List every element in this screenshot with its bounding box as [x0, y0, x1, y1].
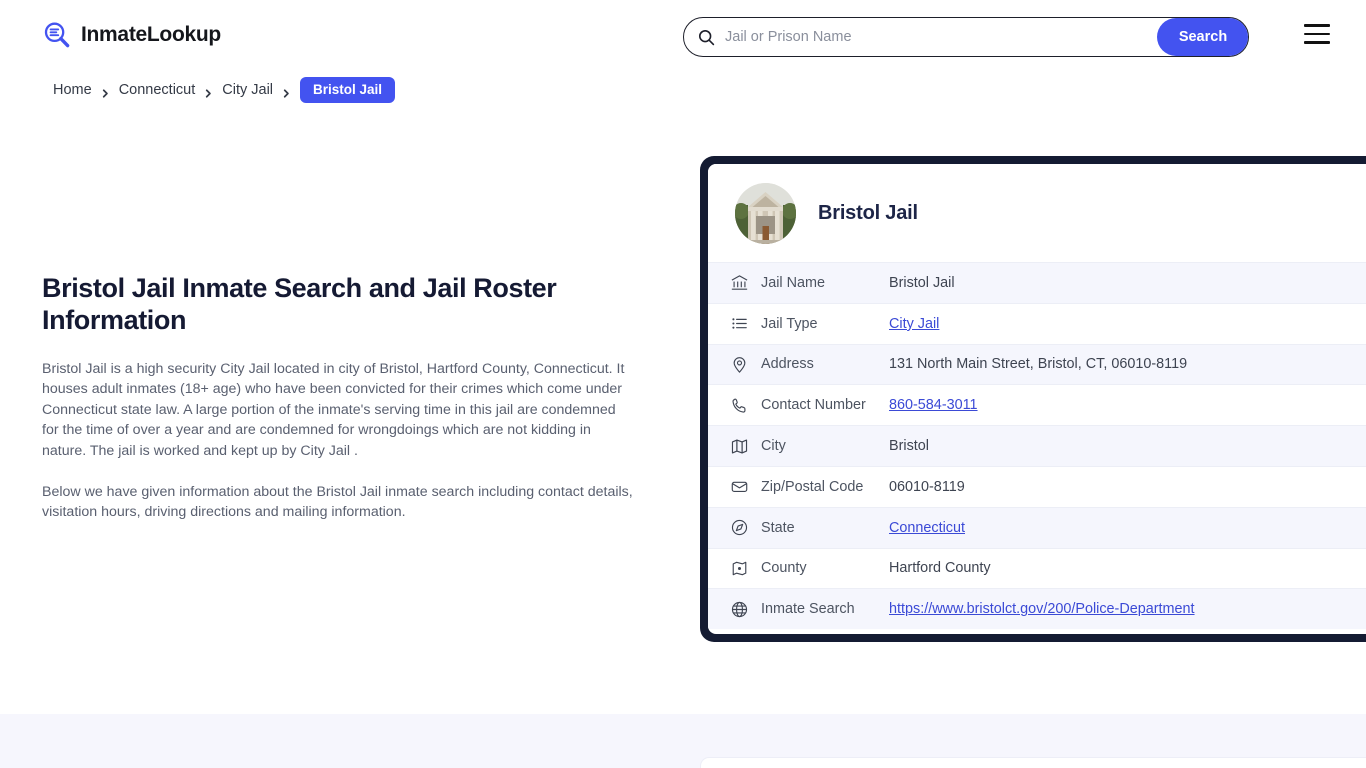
intro-paragraph: Bristol Jail is a high security City Jai… — [42, 359, 634, 461]
hamburger-menu-icon[interactable] — [1304, 24, 1330, 44]
bank-building-icon — [730, 273, 749, 292]
row-value: 06010-8119 — [889, 479, 965, 495]
brand-name: InmateLookup — [81, 23, 221, 47]
jail-info-card-header: Bristol Jail — [708, 164, 1366, 262]
main-content: Bristol Jail Inmate Search and Jail Rost… — [42, 272, 642, 523]
row-label: Address — [761, 356, 889, 372]
row-value: https://www.bristolct.gov/200/Police-Dep… — [889, 601, 1195, 617]
map-pin-icon — [730, 355, 749, 374]
row-label: Jail Type — [761, 316, 889, 332]
row-label: City — [761, 438, 889, 454]
table-row: State Connecticut — [708, 507, 1366, 548]
row-value: Hartford County — [889, 560, 991, 576]
jail-detail-table: Jail Name Bristol Jail Jail Type City Ja… — [708, 262, 1366, 629]
table-row: City Bristol — [708, 425, 1366, 466]
search-icon — [698, 29, 715, 46]
table-row: Contact Number 860-584-3011 — [708, 384, 1366, 425]
map-icon — [730, 437, 749, 456]
row-value: 131 North Main Street, Bristol, CT, 0601… — [889, 356, 1187, 372]
courthouse-building-photo — [735, 183, 796, 244]
row-label: Zip/Postal Code — [761, 479, 889, 495]
search-button[interactable]: Search — [1157, 18, 1249, 56]
state-link[interactable]: Connecticut — [889, 520, 965, 536]
table-row: Address 131 North Main Street, Bristol, … — [708, 344, 1366, 385]
site-header: InmateLookup Search — [0, 0, 1366, 74]
globe-icon — [730, 600, 749, 619]
table-row: Jail Type City Jail — [708, 303, 1366, 344]
search-bar[interactable]: Search — [683, 17, 1249, 57]
row-label: Contact Number — [761, 397, 889, 413]
row-label: State — [761, 520, 889, 536]
breadcrumb-item-bristol-jail[interactable]: Bristol Jail — [300, 77, 395, 103]
page-root: InmateLookup Search Home Connecticut Cit… — [0, 0, 1366, 768]
jail-card-title: Bristol Jail — [818, 202, 918, 225]
envelope-icon — [730, 477, 749, 496]
page-title: Bristol Jail Inmate Search and Jail Rost… — [42, 272, 562, 336]
chevron-right-icon — [282, 86, 291, 95]
row-label: County — [761, 560, 889, 576]
breadcrumb-item-home[interactable]: Home — [53, 82, 92, 98]
jail-info-card: Bristol Jail Jail Name — [700, 156, 1366, 642]
table-row: Jail Name Bristol Jail — [708, 262, 1366, 303]
search-list-logo-icon — [42, 20, 72, 50]
table-row: Inmate Search https://www.bristolct.gov/… — [708, 588, 1366, 629]
compass-icon — [730, 518, 749, 537]
chevron-right-icon — [101, 86, 110, 95]
row-value: City Jail — [889, 316, 939, 332]
phone-icon — [730, 396, 749, 415]
chevron-right-icon — [204, 86, 213, 95]
brand-logo[interactable]: InmateLookup — [42, 20, 221, 50]
inmate-search-link[interactable]: https://www.bristolct.gov/200/Police-Dep… — [889, 601, 1195, 617]
breadcrumb-item-city-jail[interactable]: City Jail — [222, 82, 273, 98]
jail-type-link[interactable]: City Jail — [889, 316, 939, 332]
search-input[interactable] — [715, 18, 1157, 56]
row-value: Connecticut — [889, 520, 965, 536]
county-map-icon — [730, 559, 749, 578]
list-icon — [730, 314, 749, 333]
breadcrumb: Home Connecticut City Jail Bristol Jail — [53, 77, 395, 103]
row-label: Jail Name — [761, 275, 889, 291]
row-value: 860-584-3011 — [889, 397, 978, 413]
breadcrumb-item-connecticut[interactable]: Connecticut — [119, 82, 196, 98]
bottom-section-card — [700, 757, 1366, 768]
table-row: Zip/Postal Code 06010-8119 — [708, 466, 1366, 507]
row-value: Bristol Jail — [889, 275, 955, 291]
row-label: Inmate Search — [761, 601, 889, 617]
row-value: Bristol — [889, 438, 929, 454]
contact-number-link[interactable]: 860-584-3011 — [889, 397, 978, 413]
table-row: County Hartford County — [708, 548, 1366, 589]
secondary-paragraph: Below we have given information about th… — [42, 482, 634, 523]
